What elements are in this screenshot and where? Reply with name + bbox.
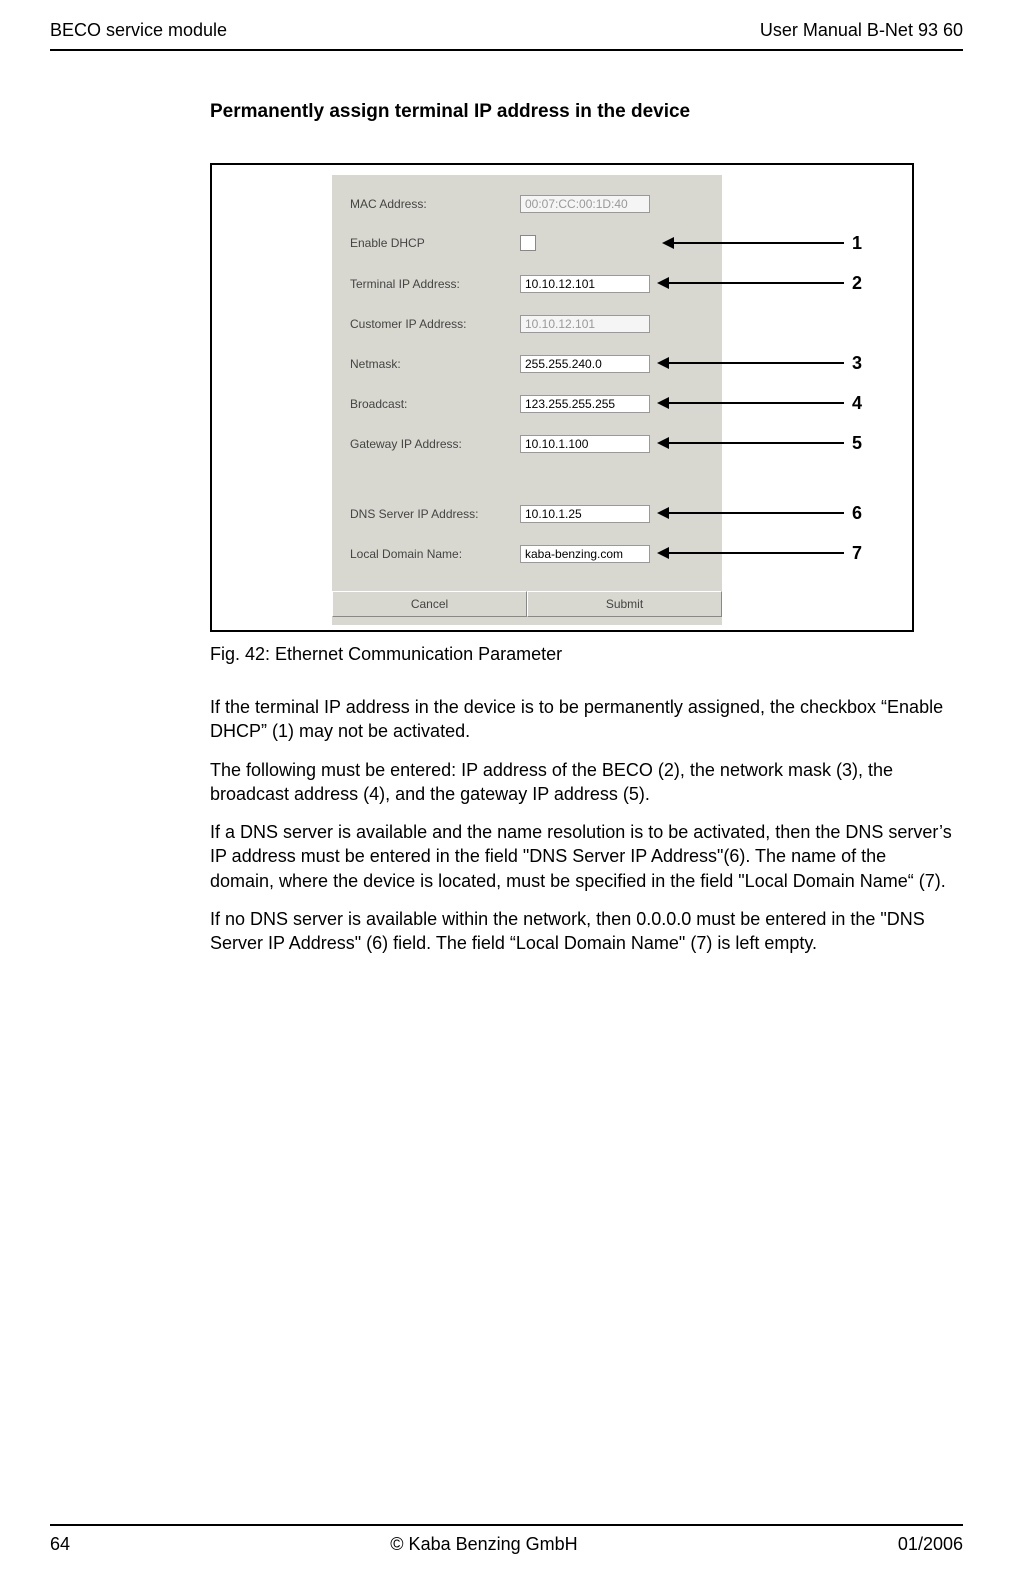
header-right: User Manual B-Net 93 60 — [760, 20, 963, 41]
domain-label: Local Domain Name: — [350, 547, 520, 561]
row-netmask: Netmask: — [350, 355, 650, 373]
row-domain: Local Domain Name: — [350, 545, 650, 563]
dns-field[interactable] — [520, 505, 650, 523]
footer-center: © Kaba Benzing GmbH — [390, 1534, 577, 1555]
callout-num-3: 3 — [852, 353, 862, 374]
row-customer-ip: Customer IP Address: — [350, 315, 650, 333]
domain-field[interactable] — [520, 545, 650, 563]
customer-ip-label: Customer IP Address: — [350, 317, 520, 331]
paragraph-1: If the terminal IP address in the device… — [210, 695, 953, 744]
customer-ip-field — [520, 315, 650, 333]
callout-num-7: 7 — [852, 543, 862, 564]
row-dns: DNS Server IP Address: — [350, 505, 650, 523]
dhcp-checkbox[interactable] — [520, 235, 536, 251]
content: Permanently assign terminal IP address i… — [210, 101, 953, 956]
row-terminal-ip: Terminal IP Address: — [350, 275, 650, 293]
row-broadcast: Broadcast: — [350, 395, 650, 413]
dns-label: DNS Server IP Address: — [350, 507, 520, 521]
figure-caption: Fig. 42: Ethernet Communication Paramete… — [210, 644, 953, 665]
gateway-label: Gateway IP Address: — [350, 437, 520, 451]
row-dhcp: Enable DHCP — [350, 235, 536, 251]
callout-num-6: 6 — [852, 503, 862, 524]
header: BECO service module User Manual B-Net 93… — [50, 20, 963, 49]
figure: MAC Address: Enable DHCP Terminal IP Add… — [210, 163, 914, 632]
gateway-field[interactable] — [520, 435, 650, 453]
section-title: Permanently assign terminal IP address i… — [210, 101, 953, 123]
row-mac: MAC Address: — [350, 195, 650, 213]
button-row: Cancel Submit — [332, 591, 722, 617]
terminal-ip-label: Terminal IP Address: — [350, 277, 520, 291]
paragraph-2: The following must be entered: IP addres… — [210, 758, 953, 807]
footer-row: 64 © Kaba Benzing GmbH 01/2006 — [50, 1534, 963, 1555]
netmask-field[interactable] — [520, 355, 650, 373]
netmask-label: Netmask: — [350, 357, 520, 371]
mac-field — [520, 195, 650, 213]
mac-label: MAC Address: — [350, 197, 520, 211]
footer: 64 © Kaba Benzing GmbH 01/2006 — [50, 1524, 963, 1555]
cancel-button[interactable]: Cancel — [332, 591, 527, 617]
broadcast-label: Broadcast: — [350, 397, 520, 411]
paragraph-4: If no DNS server is available within the… — [210, 907, 953, 956]
callout-num-5: 5 — [852, 433, 862, 454]
callout-num-1: 1 — [852, 233, 862, 254]
header-rule — [50, 49, 963, 51]
broadcast-field[interactable] — [520, 395, 650, 413]
page-number: 64 — [50, 1534, 70, 1555]
terminal-ip-field[interactable] — [520, 275, 650, 293]
callout-num-4: 4 — [852, 393, 862, 414]
page: BECO service module User Manual B-Net 93… — [0, 0, 1013, 1575]
header-left: BECO service module — [50, 20, 227, 41]
dhcp-label: Enable DHCP — [350, 236, 520, 250]
footer-date: 01/2006 — [898, 1534, 963, 1555]
row-gateway: Gateway IP Address: — [350, 435, 650, 453]
submit-button[interactable]: Submit — [527, 591, 722, 617]
paragraph-3: If a DNS server is available and the nam… — [210, 820, 953, 893]
footer-rule — [50, 1524, 963, 1526]
callout-num-2: 2 — [852, 273, 862, 294]
